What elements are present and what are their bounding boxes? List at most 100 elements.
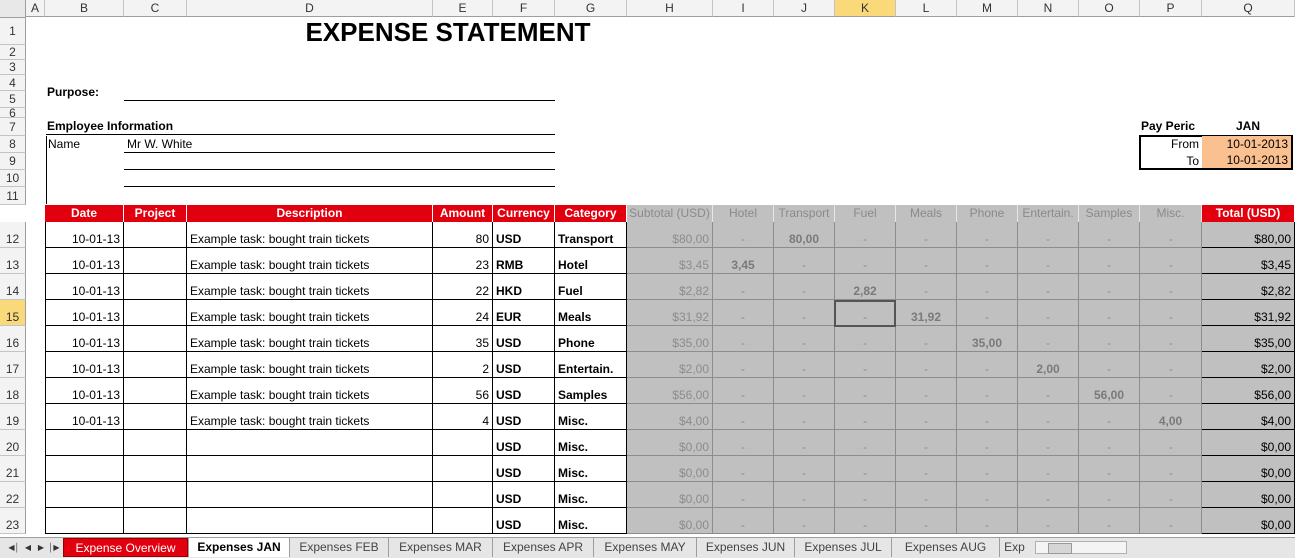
- cell-phone[interactable]: -: [957, 508, 1018, 534]
- employee-line-3[interactable]: [124, 170, 555, 187]
- cell-subtotal[interactable]: $31,92: [627, 300, 713, 326]
- cell-project[interactable]: [124, 456, 187, 482]
- cell-entertain[interactable]: 2,00: [1018, 352, 1079, 378]
- cell-category[interactable]: Transport: [555, 222, 627, 248]
- cell-samples[interactable]: -: [1079, 404, 1140, 430]
- cell-fuel[interactable]: 2,82: [835, 274, 896, 300]
- cell-project[interactable]: [124, 430, 187, 456]
- cell-date[interactable]: 10-01-13: [45, 222, 124, 248]
- header-amount[interactable]: Amount: [433, 205, 493, 222]
- column-header-a[interactable]: A: [26, 0, 45, 17]
- sheet-tab-expenses-apr[interactable]: Expenses APR: [492, 538, 593, 557]
- header-subtotal-usd[interactable]: Subtotal (USD): [627, 205, 713, 222]
- cell-project[interactable]: [124, 300, 187, 326]
- cell-category[interactable]: Samples: [555, 378, 627, 404]
- header-transport[interactable]: Transport: [774, 205, 835, 222]
- column-header-f[interactable]: F: [493, 0, 555, 17]
- cell-misc[interactable]: -: [1140, 456, 1202, 482]
- cell-samples[interactable]: -: [1079, 222, 1140, 248]
- cell-date[interactable]: [45, 508, 124, 534]
- cell-amount[interactable]: [433, 508, 493, 534]
- cell-amount[interactable]: [433, 430, 493, 456]
- cell-currency[interactable]: USD: [493, 378, 555, 404]
- row-header-16[interactable]: 16: [0, 326, 26, 352]
- cell-entertain[interactable]: -: [1018, 300, 1079, 326]
- row-header-12[interactable]: 12: [0, 222, 26, 248]
- cell-meals[interactable]: -: [896, 352, 957, 378]
- cell-misc[interactable]: -: [1140, 508, 1202, 534]
- cell-amount[interactable]: [433, 456, 493, 482]
- cell-subtotal[interactable]: $2,00: [627, 352, 713, 378]
- cell-misc[interactable]: 4,00: [1140, 404, 1202, 430]
- cell-currency[interactable]: USD: [493, 404, 555, 430]
- cell-fuel[interactable]: -: [835, 430, 896, 456]
- row-header-6[interactable]: 6: [0, 107, 26, 119]
- cell-project[interactable]: [124, 404, 187, 430]
- row-header-18[interactable]: 18: [0, 378, 26, 404]
- cell-category[interactable]: Misc.: [555, 456, 627, 482]
- cell-amount[interactable]: 22: [433, 274, 493, 300]
- purpose-field[interactable]: [124, 84, 555, 101]
- row-header-8[interactable]: 8: [0, 136, 26, 153]
- cell-subtotal[interactable]: $2,82: [627, 274, 713, 300]
- column-header-h[interactable]: H: [627, 0, 713, 17]
- cell-hotel[interactable]: -: [713, 404, 774, 430]
- sheet-tab-expenses-jan[interactable]: Expenses JAN: [188, 538, 289, 557]
- cell-description[interactable]: Example task: bought train tickets: [187, 248, 433, 274]
- cell-meals[interactable]: -: [896, 456, 957, 482]
- cell-entertain[interactable]: -: [1018, 274, 1079, 300]
- header-samples[interactable]: Samples: [1079, 205, 1140, 222]
- select-all-corner[interactable]: [0, 0, 26, 18]
- cell-hotel[interactable]: -: [713, 430, 774, 456]
- cell-hotel[interactable]: -: [713, 352, 774, 378]
- header-fuel[interactable]: Fuel: [835, 205, 896, 222]
- row-header-23[interactable]: 23: [0, 508, 26, 534]
- cell-hotel[interactable]: -: [713, 300, 774, 326]
- cell-project[interactable]: [124, 352, 187, 378]
- cell-total[interactable]: $56,00: [1202, 378, 1295, 404]
- cell-subtotal[interactable]: $3,45: [627, 248, 713, 274]
- cell-fuel[interactable]: -: [835, 482, 896, 508]
- row-header-2[interactable]: 2: [0, 45, 26, 60]
- cell-phone[interactable]: -: [957, 274, 1018, 300]
- cell-meals[interactable]: -: [896, 248, 957, 274]
- cell-phone[interactable]: -: [957, 300, 1018, 326]
- cell-fuel[interactable]: -: [835, 326, 896, 352]
- cell-phone[interactable]: -: [957, 404, 1018, 430]
- cell-entertain[interactable]: -: [1018, 456, 1079, 482]
- cell-project[interactable]: [124, 482, 187, 508]
- header-entertain[interactable]: Entertain.: [1018, 205, 1079, 222]
- cell-date[interactable]: [45, 430, 124, 456]
- column-header-p[interactable]: P: [1140, 0, 1202, 17]
- cell-misc[interactable]: -: [1140, 352, 1202, 378]
- cell-category[interactable]: Hotel: [555, 248, 627, 274]
- cell-transport[interactable]: -: [774, 482, 835, 508]
- row-header-10[interactable]: 10: [0, 170, 26, 187]
- header-phone[interactable]: Phone: [957, 205, 1018, 222]
- next-sheet-icon[interactable]: ▶: [35, 541, 47, 555]
- cell-meals[interactable]: -: [896, 430, 957, 456]
- column-header-j[interactable]: J: [774, 0, 835, 17]
- cell-currency[interactable]: USD: [493, 326, 555, 352]
- row-header-7[interactable]: 7: [0, 118, 26, 136]
- cell-subtotal[interactable]: $35,00: [627, 326, 713, 352]
- cell-phone[interactable]: -: [957, 352, 1018, 378]
- row-header-19[interactable]: 19: [0, 404, 26, 430]
- header-project[interactable]: Project: [124, 205, 187, 222]
- column-header-q[interactable]: Q: [1202, 0, 1295, 17]
- cell-project[interactable]: [124, 508, 187, 534]
- horizontal-scrollbar[interactable]: [1035, 541, 1127, 554]
- cell-phone[interactable]: -: [957, 482, 1018, 508]
- cell-samples[interactable]: -: [1079, 508, 1140, 534]
- cell-total[interactable]: $2,82: [1202, 274, 1295, 300]
- cell-meals[interactable]: -: [896, 404, 957, 430]
- cell-entertain[interactable]: -: [1018, 378, 1079, 404]
- cell-description[interactable]: [187, 430, 433, 456]
- cell-date[interactable]: 10-01-13: [45, 300, 124, 326]
- cell-description[interactable]: Example task: bought train tickets: [187, 378, 433, 404]
- column-header-m[interactable]: M: [957, 0, 1018, 17]
- header-misc[interactable]: Misc.: [1140, 205, 1202, 222]
- cell-misc[interactable]: -: [1140, 222, 1202, 248]
- column-header-c[interactable]: C: [124, 0, 187, 17]
- cell-total[interactable]: $2,00: [1202, 352, 1295, 378]
